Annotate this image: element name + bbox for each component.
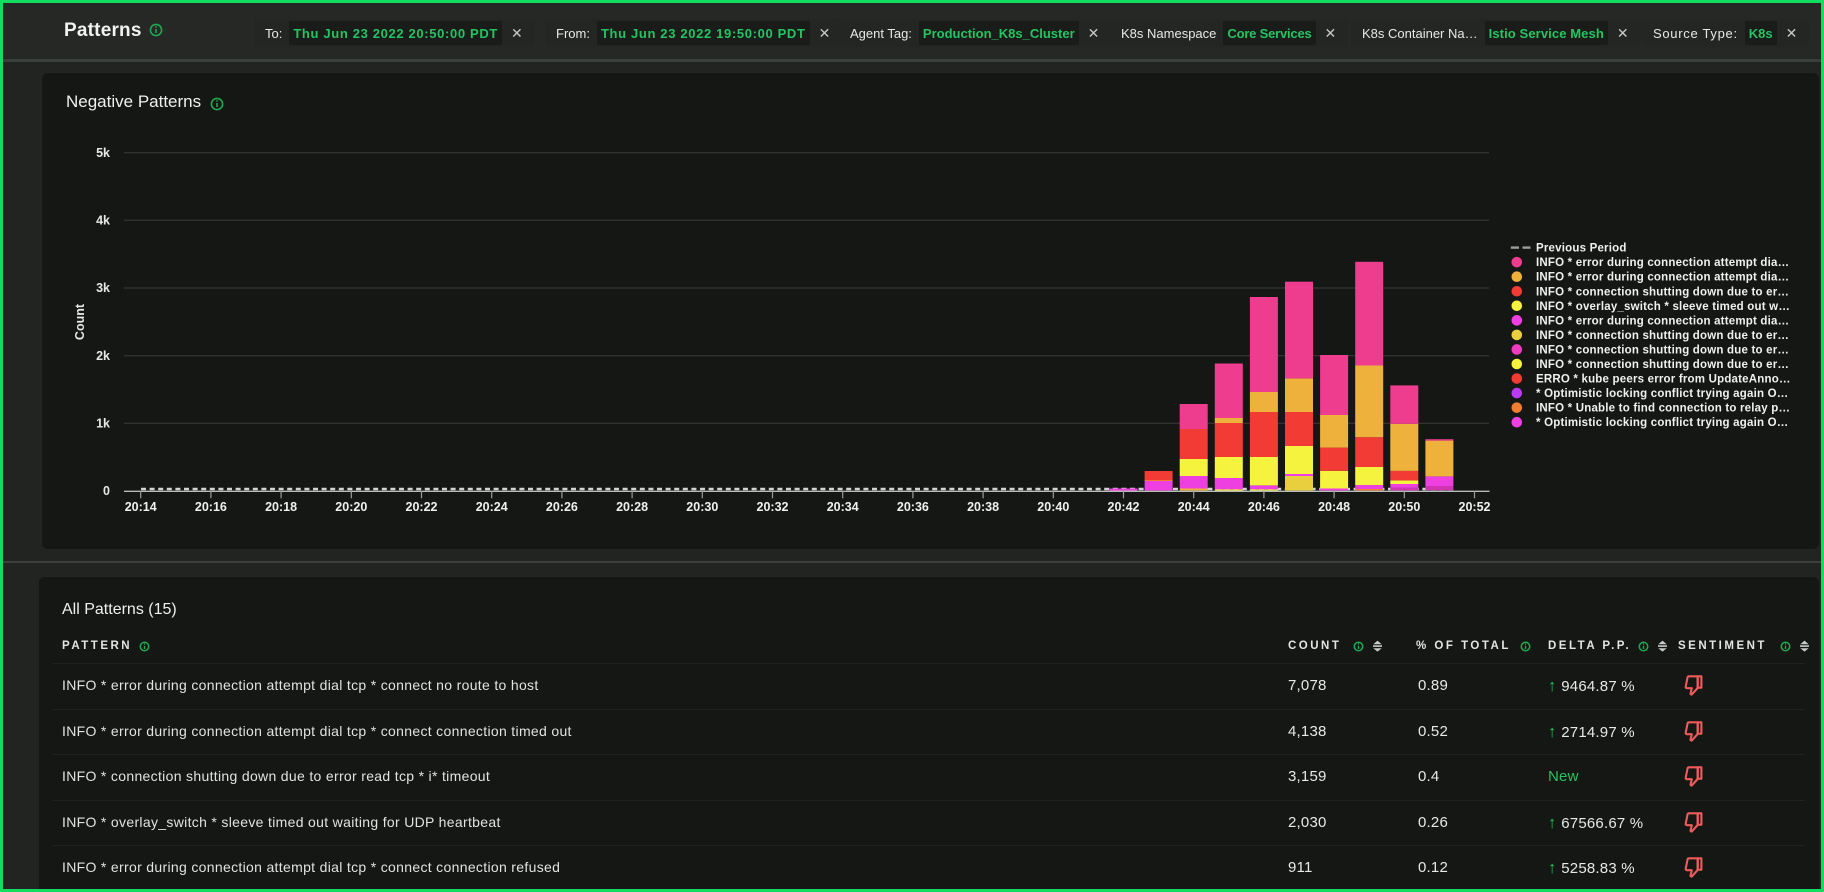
svg-text:20:26: 20:26 bbox=[546, 500, 578, 514]
svg-text:20:50: 20:50 bbox=[1388, 500, 1420, 514]
svg-text:Count: Count bbox=[73, 303, 87, 340]
svg-text:20:20: 20:20 bbox=[335, 500, 367, 514]
svg-text:INFO * connection shutting dow: INFO * connection shutting down due to e… bbox=[1536, 330, 1789, 342]
svg-text:20:14: 20:14 bbox=[125, 500, 157, 514]
svg-text:INFO * error during connection: INFO * error during connection attempt d… bbox=[1536, 315, 1789, 327]
svg-text:4k: 4k bbox=[96, 214, 110, 228]
svg-text:3k: 3k bbox=[96, 281, 110, 295]
svg-text:20:32: 20:32 bbox=[757, 500, 789, 514]
svg-text:INFO * connection shutting dow: INFO * connection shutting down due to e… bbox=[1536, 359, 1789, 371]
svg-text:INFO * connection shutting dow: INFO * connection shutting down due to e… bbox=[1536, 286, 1789, 298]
svg-text:ERRO * kube peers error from U: ERRO * kube peers error from UpdateAnno… bbox=[1536, 374, 1791, 386]
svg-text:2k: 2k bbox=[96, 349, 110, 363]
svg-text:20:36: 20:36 bbox=[897, 500, 929, 514]
svg-text:20:38: 20:38 bbox=[967, 500, 999, 514]
svg-text:20:16: 20:16 bbox=[195, 500, 227, 514]
svg-text:INFO * error during connection: INFO * error during connection attempt d… bbox=[1536, 257, 1789, 269]
svg-text:1k: 1k bbox=[96, 417, 110, 431]
svg-text:INFO * overlay_switch * sleeve: INFO * overlay_switch * sleeve timed out… bbox=[1536, 301, 1790, 313]
svg-text:INFO * error during connection: INFO * error during connection attempt d… bbox=[1536, 272, 1789, 284]
svg-text:20:18: 20:18 bbox=[265, 500, 297, 514]
svg-text:20:42: 20:42 bbox=[1108, 500, 1140, 514]
svg-text:20:48: 20:48 bbox=[1318, 500, 1350, 514]
svg-text:20:22: 20:22 bbox=[406, 500, 438, 514]
svg-text:20:30: 20:30 bbox=[686, 500, 718, 514]
svg-text:* Optimistic locking conflict: * Optimistic locking conflict trying aga… bbox=[1536, 417, 1788, 429]
svg-text:20:52: 20:52 bbox=[1459, 500, 1491, 514]
svg-text:20:28: 20:28 bbox=[616, 500, 648, 514]
svg-text:INFO * Unable to find connecti: INFO * Unable to find connection to rela… bbox=[1536, 403, 1790, 415]
svg-text:INFO * connection shutting dow: INFO * connection shutting down due to e… bbox=[1536, 344, 1789, 356]
svg-text:20:24: 20:24 bbox=[476, 500, 508, 514]
svg-text:5k: 5k bbox=[96, 146, 110, 160]
svg-text:20:46: 20:46 bbox=[1248, 500, 1280, 514]
svg-text:20:34: 20:34 bbox=[827, 500, 859, 514]
svg-text:20:44: 20:44 bbox=[1178, 500, 1210, 514]
svg-text:0: 0 bbox=[103, 484, 110, 498]
svg-text:* Optimistic locking conflict: * Optimistic locking conflict trying aga… bbox=[1536, 388, 1788, 400]
svg-text:Previous Period: Previous Period bbox=[1536, 243, 1627, 255]
svg-text:20:40: 20:40 bbox=[1037, 500, 1069, 514]
